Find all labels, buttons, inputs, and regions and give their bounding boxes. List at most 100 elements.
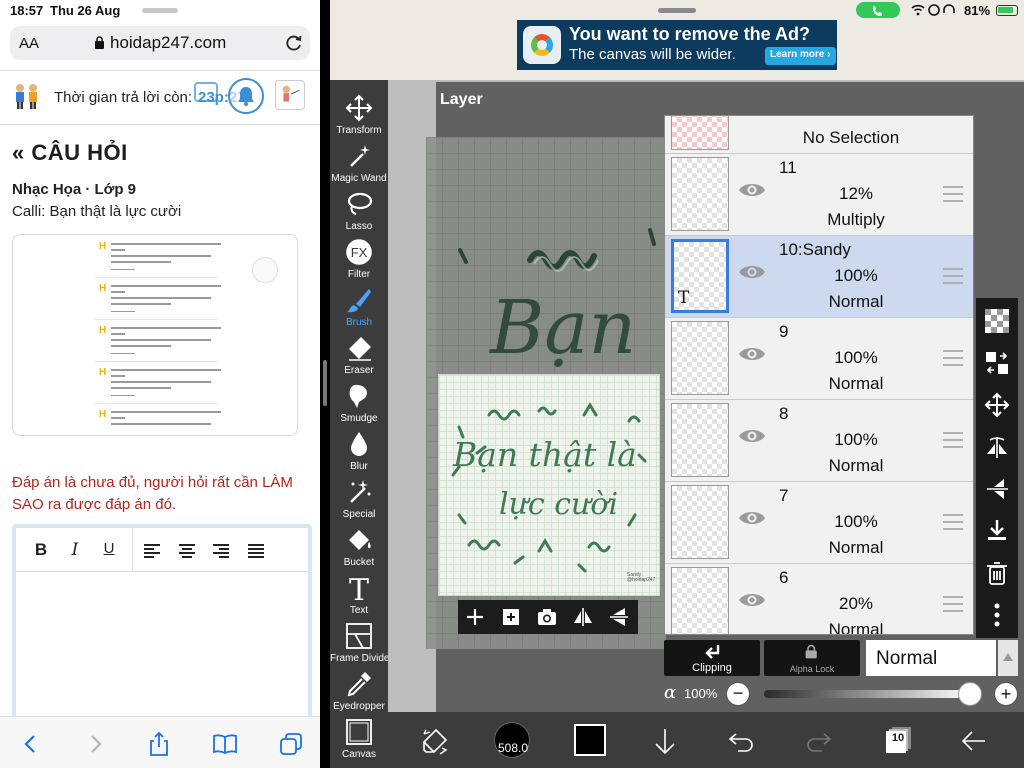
- reload-icon[interactable]: [284, 33, 304, 53]
- flip-horizontal-icon[interactable]: [572, 606, 594, 628]
- align-center-icon[interactable]: [179, 544, 195, 558]
- brush-size-button[interactable]: 508.0: [494, 722, 530, 758]
- drag-handle-icon[interactable]: [943, 514, 963, 530]
- avatar-icon: [282, 85, 300, 102]
- back-arrow-icon[interactable]: [958, 726, 988, 756]
- layer-row[interactable]: 8 100% Normal: [665, 400, 973, 482]
- drag-handle-icon[interactable]: [943, 596, 963, 612]
- smudge-icon: [349, 384, 367, 408]
- artwork-squiggles: [451, 402, 647, 573]
- layer-list[interactable]: No Selection 11 12% Multiply T 10:Sandy 100% N…: [664, 115, 974, 635]
- answer-editor[interactable]: B I U: [12, 524, 312, 724]
- text-size-button[interactable]: AA: [19, 35, 39, 52]
- opacity-decrease-button[interactable]: −: [726, 682, 750, 706]
- alpha-lock-button[interactable]: Alpha Lock: [764, 640, 860, 676]
- question-subject: Nhạc Họa · Lớp 9: [12, 181, 137, 198]
- layer-row[interactable]: T 10:Sandy 100% Normal: [665, 236, 973, 318]
- drag-handle-icon[interactable]: [943, 432, 963, 448]
- url-text[interactable]: hoidap247.com: [110, 33, 226, 53]
- align-left-icon[interactable]: [144, 544, 160, 558]
- clipping-button[interactable]: Clipping: [664, 640, 760, 676]
- thumb-entry: H: [95, 407, 225, 435]
- camera-icon[interactable]: [536, 606, 558, 628]
- share-icon[interactable]: [146, 731, 172, 757]
- tool-bucket[interactable]: Bucket: [330, 524, 388, 572]
- drag-handle-icon[interactable]: [943, 186, 963, 202]
- tool-text[interactable]: T Text: [330, 572, 388, 620]
- split-view-handle[interactable]: [323, 360, 327, 406]
- flip-layer-horizontal-icon[interactable]: [984, 434, 1010, 460]
- tabs-icon[interactable]: [278, 731, 304, 757]
- question-image-thumbnail[interactable]: H H H H H: [12, 234, 298, 436]
- layer-row[interactable]: 6 20% Normal: [665, 564, 973, 635]
- address-bar[interactable]: AA hoidap247.com: [10, 26, 310, 60]
- duplicate-layer-icon[interactable]: [500, 606, 522, 628]
- opacity-slider-track[interactable]: [764, 690, 972, 698]
- alpha-lock-icon: [805, 644, 817, 659]
- call-indicator[interactable]: [856, 2, 900, 18]
- double-chevron-left-icon[interactable]: «: [12, 140, 25, 165]
- tool-transform[interactable]: Transform: [330, 92, 388, 140]
- add-layer-icon[interactable]: [464, 606, 486, 628]
- canvas-icon: [346, 719, 372, 745]
- tool-blur[interactable]: Blur: [330, 428, 388, 476]
- bookmarks-icon[interactable]: [212, 731, 238, 757]
- redo-icon[interactable]: [804, 726, 834, 756]
- tool-brush[interactable]: Brush: [330, 284, 388, 332]
- opacity-slider-knob[interactable]: [958, 682, 982, 706]
- bucket-icon: [349, 530, 371, 550]
- ad-banner[interactable]: You want to remove the Ad? The canvas wi…: [517, 20, 837, 70]
- tool-special[interactable]: Special: [330, 476, 388, 524]
- undo-icon[interactable]: [726, 726, 756, 756]
- user-avatar-button[interactable]: [275, 80, 305, 110]
- move-icon[interactable]: [984, 392, 1010, 418]
- tool-label: Brush: [345, 317, 373, 328]
- flip-vertical-icon[interactable]: [608, 606, 630, 628]
- tool-frame-divider[interactable]: Frame Divider: [330, 620, 393, 668]
- transparent-background-icon[interactable]: [984, 308, 1010, 334]
- opacity-increase-button[interactable]: +: [994, 682, 1018, 706]
- split-view-divider[interactable]: [320, 0, 330, 768]
- layer-row[interactable]: 7 100% Normal: [665, 482, 973, 564]
- multitask-grabber[interactable]: [142, 8, 178, 13]
- drag-handle-icon[interactable]: [943, 350, 963, 366]
- italic-button[interactable]: I: [64, 540, 86, 560]
- tool-switch-icon[interactable]: [420, 726, 450, 756]
- align-justify-icon[interactable]: [248, 544, 264, 558]
- delete-layer-icon[interactable]: [984, 560, 1010, 586]
- color-swatch-button[interactable]: [574, 724, 606, 756]
- tool-magic-wand[interactable]: Magic Wand: [330, 140, 388, 188]
- bold-button[interactable]: B: [30, 540, 52, 560]
- artwork-preview[interactable]: Bạn thật là lực cười Sandy @hoidap247: [438, 374, 660, 596]
- tool-smudge[interactable]: Smudge: [330, 380, 388, 428]
- tool-canvas[interactable]: Canvas: [330, 716, 388, 764]
- no-selection-row[interactable]: No Selection: [665, 116, 973, 154]
- merge-down-icon[interactable]: [984, 518, 1010, 544]
- layer-row[interactable]: 11 12% Multiply: [665, 154, 973, 236]
- align-right-icon[interactable]: [213, 544, 229, 558]
- forward-icon[interactable]: [82, 731, 108, 757]
- underline-button[interactable]: U: [98, 540, 120, 560]
- tool-eyedropper[interactable]: Eyedropper: [330, 668, 388, 716]
- more-options-icon[interactable]: [984, 602, 1010, 628]
- layer-row[interactable]: 9 100% Normal: [665, 318, 973, 400]
- download-arrow-icon[interactable]: [650, 726, 680, 756]
- back-icon[interactable]: [18, 731, 44, 757]
- triangle-up-icon: [1003, 653, 1013, 661]
- tool-eraser[interactable]: Eraser: [330, 332, 388, 380]
- blend-mode-arrow[interactable]: [998, 640, 1018, 676]
- tool-lasso[interactable]: Lasso: [330, 188, 388, 236]
- blend-mode-select[interactable]: Normal: [866, 640, 1018, 676]
- layer-blend-mode: Normal: [828, 620, 884, 635]
- flip-layer-vertical-icon[interactable]: [984, 476, 1010, 502]
- layer-count: 10: [891, 732, 905, 744]
- ibispaint-pane: You want to remove the Ad? The canvas wi…: [330, 0, 1024, 768]
- refresh-icon[interactable]: [252, 257, 278, 283]
- move-layer-icon[interactable]: [984, 350, 1010, 376]
- learn-more-button[interactable]: Learn more ›: [765, 47, 836, 65]
- opacity-value: 100%: [684, 686, 718, 701]
- drag-handle-icon[interactable]: [943, 268, 963, 284]
- notification-bell-button[interactable]: [228, 78, 264, 114]
- tool-filter[interactable]: FX Filter: [330, 236, 388, 284]
- layers-button[interactable]: 10: [886, 726, 912, 754]
